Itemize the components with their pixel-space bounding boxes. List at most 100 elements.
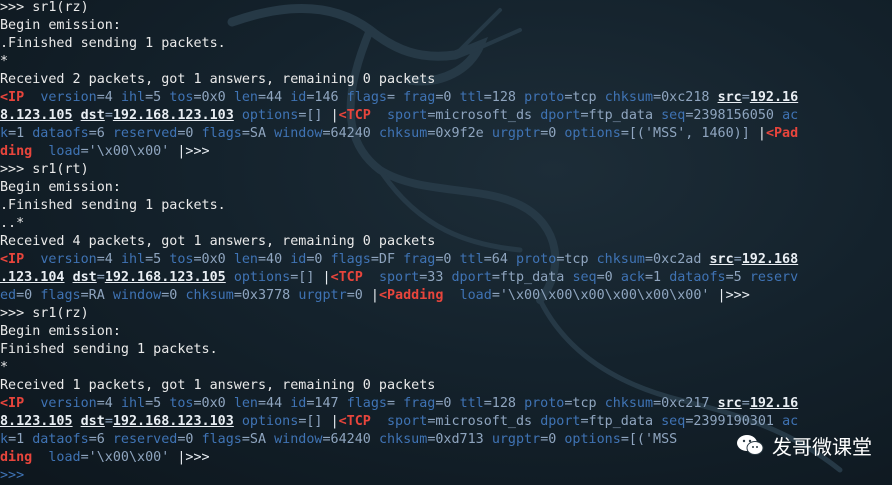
terminal-text-segment: len (233, 90, 258, 105)
terminal-line: Received 2 packets, got 1 answers, remai… (0, 71, 892, 89)
terminal-text-segment: =5 (145, 252, 170, 267)
terminal-text-segment: =64240 (322, 432, 379, 447)
terminal-text-segment: ='\x00\x00\x00\x00\x00\x00' (491, 288, 718, 303)
terminal-text-segment: load (48, 144, 81, 159)
terminal-text-segment: =0xc217 (653, 396, 718, 411)
terminal-line: ed=0 flags=RA window=0 chksum=0x3778 urg… (0, 287, 892, 305)
terminal-text-segment: proto (516, 252, 557, 267)
terminal-text-segment: = (104, 108, 113, 123)
terminal-text-segment: ac (782, 108, 799, 123)
terminal-text-segment: | (757, 126, 766, 141)
terminal-text-segment: * (0, 54, 9, 69)
terminal-text-segment: = (741, 90, 750, 105)
terminal-text-segment: Received 1 packets, got 1 answers, remai… (0, 378, 436, 393)
terminal-text-segment: =DF (370, 252, 404, 267)
terminal-text-segment: =4 (96, 90, 121, 105)
terminal-text-segment: =0 (435, 252, 460, 267)
terminal-text-segment: proto (524, 396, 565, 411)
terminal-text-segment: Begin emission: (0, 180, 121, 195)
terminal-text-segment: =[] (290, 270, 323, 285)
terminal-text-segment: >>> (0, 468, 25, 483)
terminal-text-segment: =RA (80, 288, 113, 303)
terminal-text-segment: = (96, 270, 105, 285)
terminal-text-segment: chksum (596, 252, 645, 267)
terminal-text-segment: =0 (596, 270, 621, 285)
terminal-text-segment: =0 (346, 288, 371, 303)
terminal-text-segment: id (290, 252, 307, 267)
terminal-text-segment: flags (201, 126, 242, 141)
terminal-text-segment: tos (169, 252, 194, 267)
terminal-text-segment: =[('MSS (620, 432, 678, 447)
terminal-text-segment: =33 (419, 270, 452, 285)
terminal-output[interactable]: >>> sr1(rz) Begin emission: .Finished send… (0, 0, 892, 485)
terminal-text-segment: | (330, 414, 339, 429)
terminal-line: Begin emission: (0, 17, 892, 35)
terminal-text-segment: frag (403, 90, 436, 105)
terminal-text-segment: ='\x00\x00' (80, 144, 178, 159)
terminal-text-segment: =SA (241, 126, 275, 141)
terminal-text-segment: sport (387, 414, 428, 429)
terminal-text-segment: options (241, 414, 299, 429)
terminal-text-segment: ding (0, 144, 33, 159)
terminal-text-segment: =64 (483, 252, 516, 267)
terminal-text-segment: flags (40, 288, 81, 303)
terminal-text-segment: tos (169, 90, 194, 105)
terminal-text-segment: =2398156050 (685, 108, 783, 123)
terminal-text-segment: 192.168.123.105 (104, 270, 226, 285)
terminal-text-segment: urgptr (298, 288, 347, 303)
terminal-text-segment: flags (346, 90, 387, 105)
terminal-text-segment: ttl (459, 90, 484, 105)
terminal-text-segment: version (40, 252, 97, 267)
terminal-text-segment: =microsoft_ds (427, 414, 541, 429)
terminal-text-segment: = (387, 396, 404, 411)
terminal-text-segment: load (48, 450, 81, 465)
terminal-text-segment: options (564, 432, 621, 447)
terminal-line: >>> (0, 467, 892, 485)
terminal-text-segment: Finished sending 1 packets. (0, 342, 218, 357)
terminal-text-segment: 8.123.105 (0, 414, 73, 429)
terminal-text-segment: = (733, 252, 742, 267)
terminal-text-segment: =0x0 (193, 90, 234, 105)
terminal-text-segment: chksum (604, 90, 654, 105)
terminal-text-segment: =0x0 (193, 252, 234, 267)
terminal-text-segment: proto (524, 90, 565, 105)
terminal-line: 8.123.105 dst=192.168.123.103 options=[]… (0, 107, 892, 125)
terminal-text-segment: src (717, 90, 742, 105)
terminal-text-segment: ttl (459, 396, 484, 411)
terminal-text-segment: ack (620, 270, 645, 285)
terminal-text-segment: =0x3778 (233, 288, 299, 303)
terminal-text-segment: =1 (645, 270, 670, 285)
terminal-text-segment: frag (403, 396, 436, 411)
terminal-text-segment: =0 (435, 90, 460, 105)
watermark: 发哥微课堂 (736, 430, 872, 460)
terminal-text-segment: | (330, 108, 339, 123)
terminal-text-segment: 192.168.123.103 (112, 414, 234, 429)
terminal-text-segment: =1 (8, 432, 33, 447)
terminal-text-segment: =tcp (564, 90, 605, 105)
terminal-text-segment: Received 4 packets, got 1 answers, remai… (0, 234, 436, 249)
terminal-line: * (0, 359, 892, 377)
terminal-text-segment: =0 (540, 432, 565, 447)
terminal-text-segment: <TCP (338, 414, 371, 429)
terminal-text-segment: |>>> (717, 288, 750, 303)
terminal-text-segment: len (233, 252, 258, 267)
terminal-text-segment: flags (330, 252, 371, 267)
terminal-text-segment: 192.16 (749, 396, 799, 411)
terminal-window[interactable]: >>> sr1(rz) Begin emission: .Finished send… (0, 0, 892, 485)
terminal-text-segment: urgptr (491, 432, 541, 447)
terminal-text-segment: Received 2 packets, got 1 answers, remai… (0, 72, 436, 87)
terminal-text-segment: dst (80, 108, 105, 123)
terminal-text-segment: |>>> (177, 144, 210, 159)
terminal-text-segment: >>> sr1(rz) (0, 306, 89, 321)
terminal-text-segment: =ftp_data (580, 108, 662, 123)
terminal-line: 8.123.105 dst=192.168.123.103 options=[]… (0, 413, 892, 431)
terminal-text-segment: =6 (88, 126, 113, 141)
terminal-text-segment: chksum (378, 432, 428, 447)
terminal-text-segment: load (459, 288, 492, 303)
terminal-text-segment: <IP (0, 252, 25, 267)
terminal-text-segment: ding (0, 450, 33, 465)
